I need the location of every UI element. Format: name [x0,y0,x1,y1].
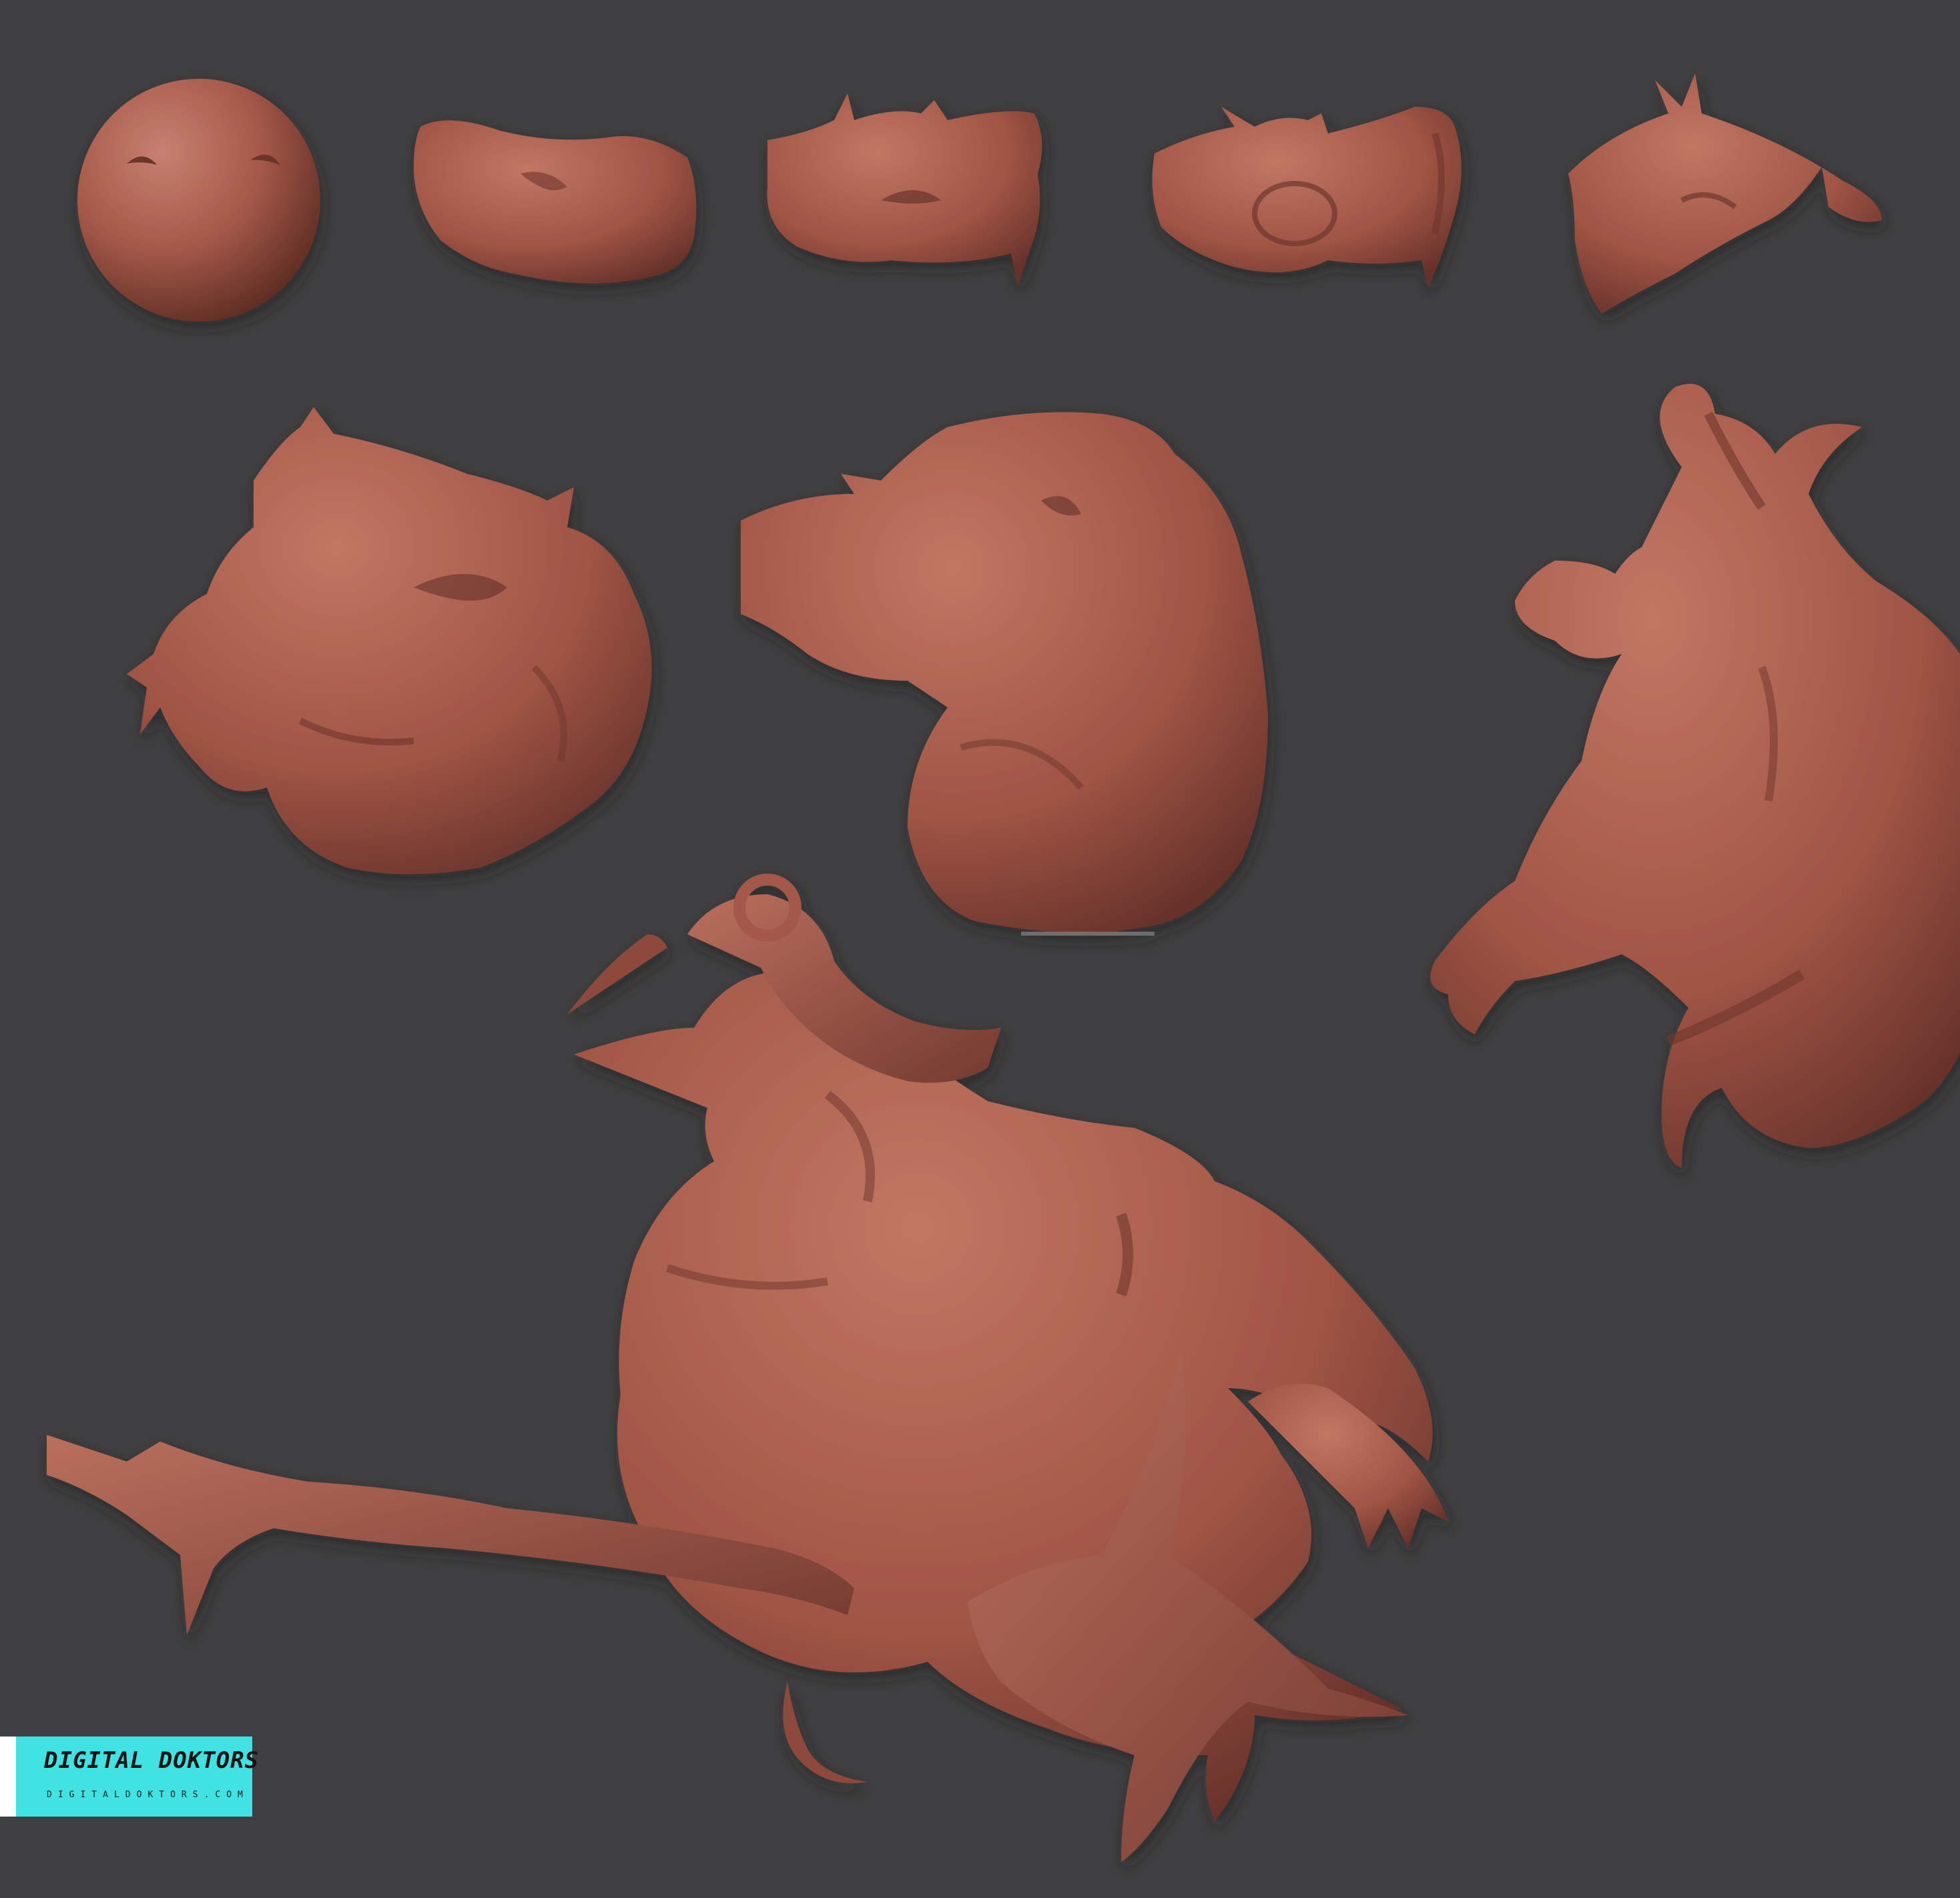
logo-url: DIGITALDOKTORS.COM [47,1790,249,1800]
bust-side-rough [741,412,1268,936]
bust-front-rough [127,407,652,874]
stage-2-blockout [414,120,697,284]
stage-1-sphere [77,79,320,322]
logo-brand: DIGITAL DOKTORS [44,1747,260,1774]
stage-3-forms [767,93,1042,287]
stage-4-detail [1152,107,1461,287]
sculpt-illustration [47,73,1960,1862]
logo: DIGITAL DOKTORS DIGITALDOKTORS.COM [0,1736,258,1817]
stage-5-head-turn [1568,73,1882,314]
logo-edge [0,1736,16,1817]
bust-back-detailed [1430,384,1960,1168]
sculpt-progression-canvas [0,0,1960,1898]
final-creature-sculpt [47,874,1448,1862]
